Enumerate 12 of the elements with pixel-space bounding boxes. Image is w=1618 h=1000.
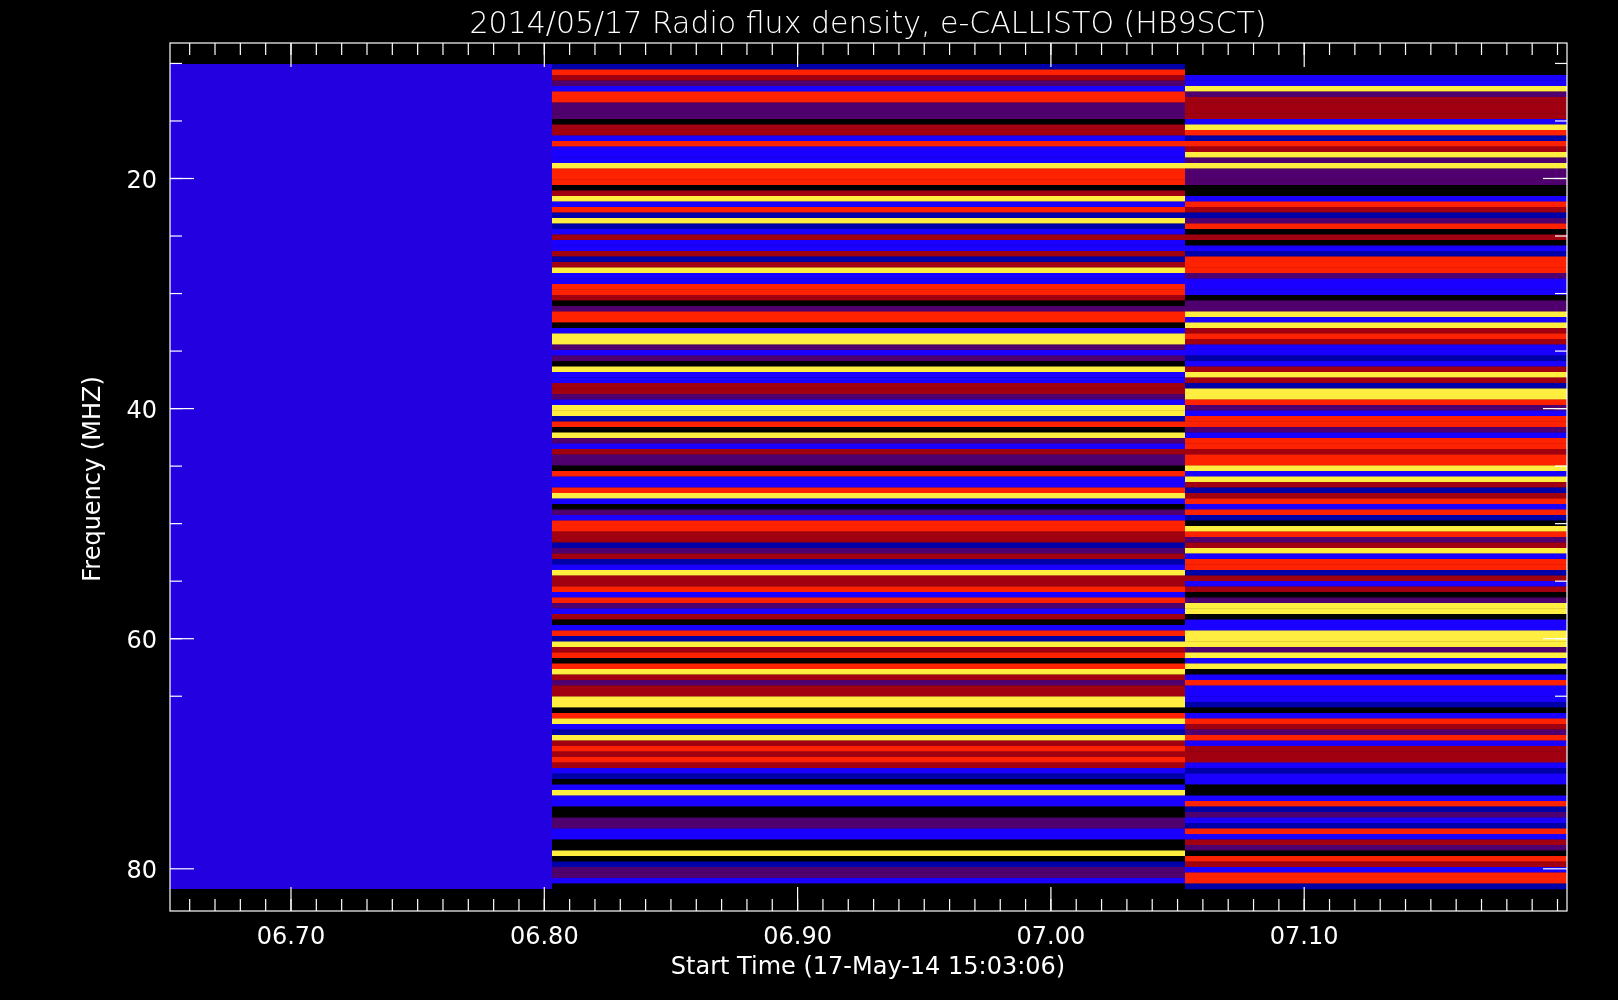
tick-label: 07.10: [1269, 922, 1339, 950]
tick-label: 07.00: [1016, 922, 1086, 950]
tick-label: 06.80: [509, 922, 579, 950]
tick-label: 60: [126, 625, 157, 654]
tick-label: 20: [126, 165, 157, 194]
tick-label: 06.90: [763, 922, 832, 950]
tick-label: 40: [126, 395, 157, 424]
chart-title: 2014/05/17 Radio flux density, e-CALLISTO (HB9SCT): [469, 5, 1267, 40]
tick-label: 80: [126, 855, 157, 884]
tick-label: 06.70: [256, 922, 326, 950]
axis-label: Start Time (17-May-14 15:03:06): [670, 952, 1066, 980]
axis-label: Frequency (MHZ): [78, 376, 106, 582]
